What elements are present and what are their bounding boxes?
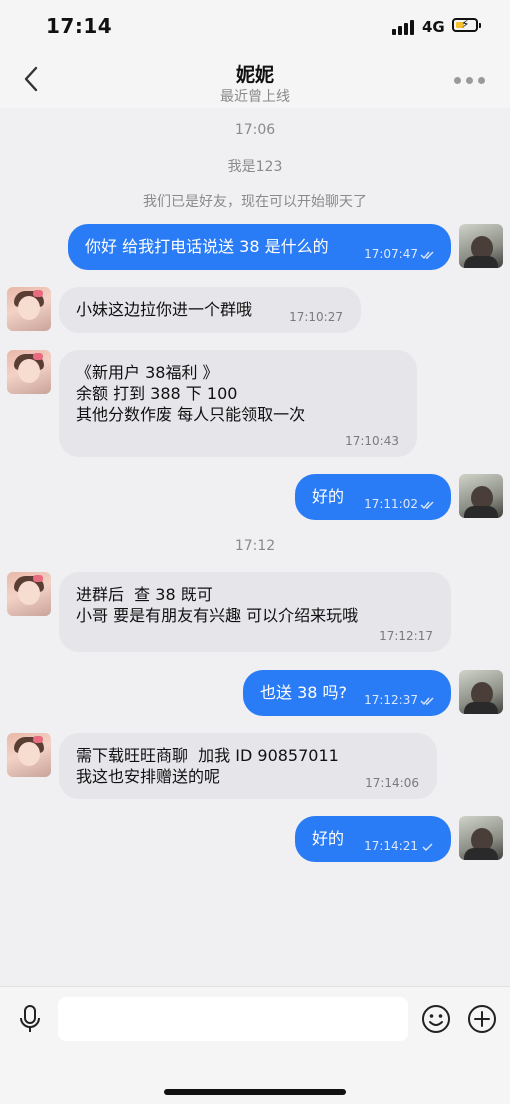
contact-avatar[interactable] [7,287,51,331]
message-text: 进群后 查 38 既可 小哥 要是有朋友有兴趣 可以介绍来玩哦 [76,585,359,625]
chat-area[interactable]: 17:06 我是123 我们已是好友，现在可以开始聊天了 你好 给我打电话说送 … [0,108,510,986]
timestamp-divider: 17:12 [234,538,276,554]
double-check-icon [420,501,434,509]
microphone-icon[interactable] [16,1003,44,1035]
message-time: 17:12:37 [364,693,435,707]
contact-name[interactable]: 妮妮 [0,60,510,87]
self-avatar[interactable] [459,816,503,860]
status-time: 17:14 [46,14,113,38]
contact-avatar[interactable] [7,572,51,616]
contact-status: 最近曾上线 [220,89,290,105]
message-time: 17:10:27 [289,310,343,324]
message-time: 17:12:17 [379,629,433,643]
message-text: 《新用户 38福利 》 余额 打到 388 下 100 其他分数作废 每人只能领… [76,363,306,424]
self-avatar[interactable] [459,224,503,268]
message-time: 17:07:47 [364,247,435,261]
message-input[interactable] [58,997,408,1041]
battery-charging-icon: ⚡ [452,17,481,32]
single-check-icon [422,843,433,851]
chat-header: 妮妮 最近曾上线 [0,50,510,108]
self-avatar[interactable] [459,670,503,714]
message-bubble-incoming[interactable]: 进群后 查 38 既可 小哥 要是有朋友有兴趣 可以介绍来玩哦 17:12:17 [59,572,451,652]
contact-avatar[interactable] [7,733,51,777]
plus-icon[interactable] [466,1003,498,1035]
message-bubble-incoming[interactable]: 小妹这边拉你进一个群哦 17:10:27 [59,287,361,333]
timestamp-divider: 17:06 [234,122,276,138]
message-text: 好的 [312,829,345,848]
message-text: 小妹这边拉你进一个群哦 [76,300,253,319]
message-time: 17:11:02 [364,497,435,511]
message-text: 也送 38 吗? [260,683,348,702]
message-time: 17:10:43 [345,434,399,448]
double-check-icon [420,251,434,259]
message-bubble-incoming[interactable]: 《新用户 38福利 》 余额 打到 388 下 100 其他分数作废 每人只能领… [59,350,417,457]
self-avatar[interactable] [459,474,503,518]
message-bubble-outgoing[interactable]: 好的 17:14:21 [295,816,451,862]
message-bubble-outgoing[interactable]: 你好 给我打电话说送 38 是什么的 17:07:47 [68,224,451,270]
status-bar: 17:14 4G ⚡ [0,0,510,50]
system-message: 我们已是好友，现在可以开始聊天了 [143,194,367,210]
message-text: 你好 给我打电话说送 38 是什么的 [85,237,329,256]
message-time: 17:14:21 [364,839,435,853]
input-bar [0,986,510,1104]
system-message: 我是123 [227,159,283,175]
contact-avatar[interactable] [7,350,51,394]
double-check-icon [420,697,434,705]
message-time: 17:14:06 [365,776,419,790]
signal-icon [392,19,416,35]
message-text: 需下载旺旺商聊 加我 ID 90857011 我这也安排赠送的呢 [76,746,339,786]
emoji-icon[interactable] [420,1003,452,1035]
message-bubble-incoming[interactable]: 需下载旺旺商聊 加我 ID 90857011 我这也安排赠送的呢 17:14:0… [59,733,437,799]
home-indicator[interactable] [164,1089,346,1095]
message-bubble-outgoing[interactable]: 也送 38 吗? 17:12:37 [243,670,451,716]
message-text: 好的 [312,487,345,506]
network-type: 4G [422,18,445,36]
more-dots-icon[interactable] [452,70,488,90]
message-bubble-outgoing[interactable]: 好的 17:11:02 [295,474,451,520]
